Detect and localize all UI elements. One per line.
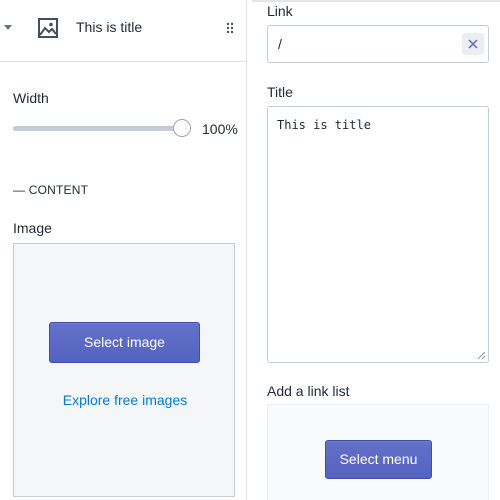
theme-editor: This is title Width 100% — CONTENT Image… (0, 0, 500, 500)
select-menu-button[interactable]: Select menu (325, 440, 432, 479)
section-header[interactable]: This is title (0, 0, 247, 62)
content-heading: — CONTENT (13, 183, 89, 197)
image-label: Image (13, 220, 52, 236)
link-list-picker: Select menu (267, 404, 489, 500)
section-title: This is title (76, 19, 143, 35)
width-slider-fill (13, 126, 183, 131)
link-label: Link (267, 3, 293, 19)
width-slider-thumb[interactable] (173, 119, 191, 137)
drag-handle-icon[interactable] (226, 22, 234, 34)
explore-free-images-link[interactable]: Explore free images (14, 392, 236, 408)
title-textarea[interactable]: This is title (267, 106, 489, 363)
link-list-label: Add a link list (267, 383, 350, 399)
width-label: Width (13, 90, 49, 106)
link-input[interactable]: / (267, 25, 489, 63)
close-icon (468, 39, 478, 49)
title-label: Title (267, 84, 293, 100)
link-value: / (278, 36, 282, 52)
image-picker: Select image Explore free images (13, 243, 235, 497)
caret-down-icon[interactable] (4, 25, 12, 30)
section-settings-panel: This is title Width 100% — CONTENT Image… (0, 0, 247, 500)
resize-grip-icon[interactable] (477, 351, 486, 360)
block-settings-panel: Link / Title This is title Add a link li… (252, 0, 500, 500)
width-slider-track[interactable] (13, 126, 183, 131)
width-value: 100% (202, 121, 238, 137)
image-icon (38, 18, 58, 38)
clear-link-button[interactable] (462, 33, 484, 55)
select-image-button[interactable]: Select image (49, 322, 200, 363)
title-value: This is title (277, 118, 371, 132)
